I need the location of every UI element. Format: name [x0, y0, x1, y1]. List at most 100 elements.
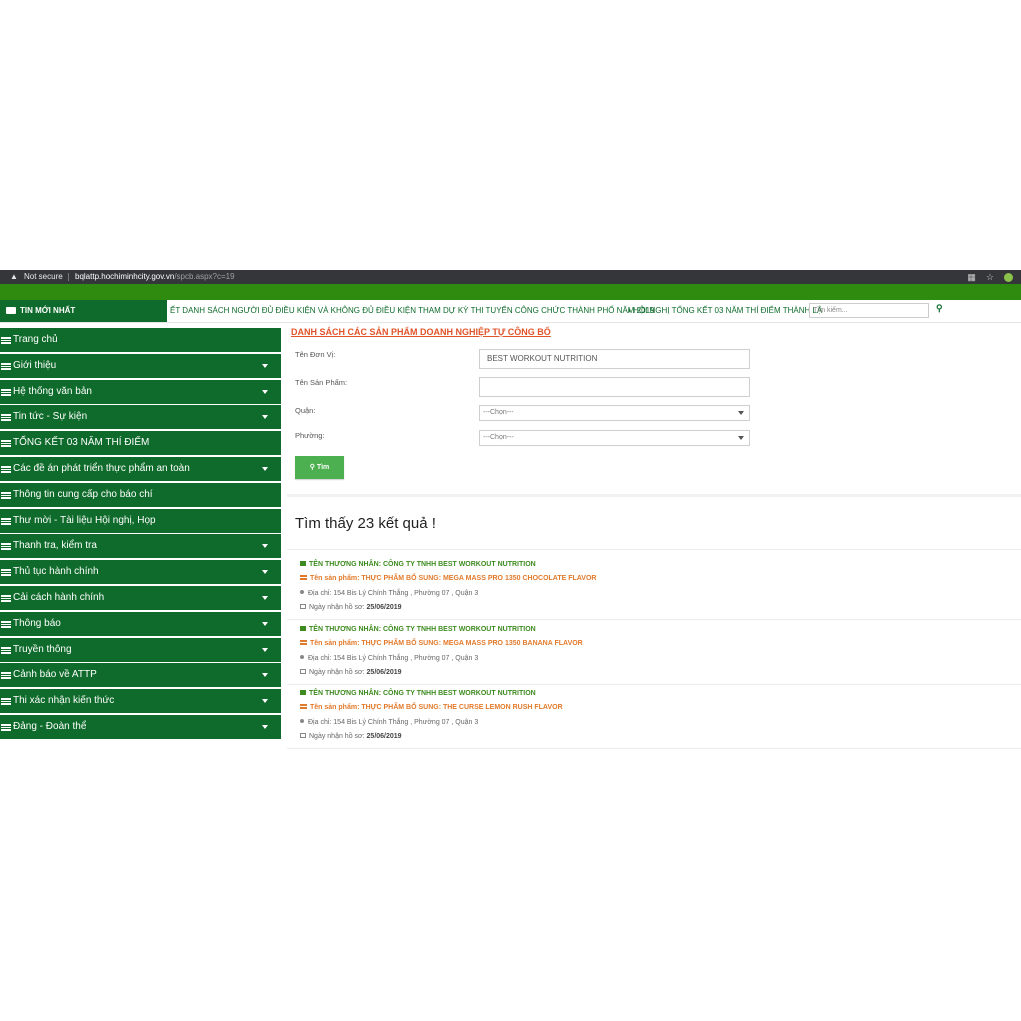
- sidebar-item[interactable]: Cải cách hành chính: [0, 585, 281, 610]
- search-button-label: Tìm: [316, 464, 330, 471]
- sidebar-item[interactable]: Thanh tra, kiểm tra: [0, 534, 281, 559]
- sidebar-item[interactable]: Đảng - Đoàn thể: [0, 714, 281, 739]
- list-icon: [1, 388, 11, 396]
- sidebar-item[interactable]: Thông tin cung cấp cho báo chí: [0, 482, 281, 507]
- results-divider: [287, 549, 1021, 550]
- district-select[interactable]: ---Chọn---: [479, 405, 750, 421]
- sidebar-item-label: Truyền thông: [13, 643, 72, 655]
- product-name[interactable]: Tên sản phẩm: THỰC PHẨM BỔ SUNG: MEGA MA…: [300, 639, 583, 647]
- chevron-down-icon: [738, 436, 744, 440]
- extension-icon[interactable]: [1004, 273, 1013, 282]
- search-icon: ⚲: [309, 464, 315, 471]
- sidebar-item[interactable]: Cảnh báo về ATTP: [0, 663, 281, 688]
- map-pin-icon: [300, 654, 304, 659]
- list-icon: [1, 646, 11, 654]
- sidebar-item-label: Cảnh báo về ATTP: [13, 669, 97, 681]
- merchant-name[interactable]: TÊN THƯƠNG NHÂN: CÔNG TY TNHH BEST WORKO…: [300, 625, 536, 633]
- sidebar-item[interactable]: Truyền thông: [0, 637, 281, 662]
- address: Địa chỉ: 154 Bis Lý Chính Thắng , Phường…: [300, 590, 478, 597]
- chevron-down-icon: [262, 415, 268, 420]
- sidebar-item-label: Thủ tục hành chính: [13, 566, 99, 578]
- sidebar-item[interactable]: Hệ thống văn bản: [0, 379, 281, 404]
- sidebar-item[interactable]: Giới thiệu: [0, 353, 281, 378]
- sidebar-item-label: Tin tức - Sự kiện: [13, 411, 88, 423]
- home-icon: [300, 690, 306, 695]
- list-icon: [1, 517, 11, 525]
- received-date: Ngày nhận hồ sơ: 25/06/2019: [300, 604, 402, 611]
- home-icon: [300, 561, 306, 566]
- address-bar[interactable]: ▲ Not secure bqlattp.hochiminhcity.gov.v…: [0, 270, 1021, 284]
- page-title: DANH SÁCH CÁC SẢN PHẨM DOANH NGHIỆP TỰ C…: [291, 327, 551, 337]
- sidebar-item[interactable]: Các đề án phát triển thực phẩm an toàn: [0, 456, 281, 481]
- top-navigation: [0, 284, 1021, 300]
- url-text[interactable]: bqlattp.hochiminhcity.gov.vn/spcb.aspx?c…: [75, 270, 235, 284]
- calendar-icon: [300, 668, 306, 674]
- sidebar-item-label: Trang chủ: [13, 334, 58, 345]
- merchant-name[interactable]: TÊN THƯƠNG NHÂN: CÔNG TY TNHH BEST WORKO…: [300, 561, 536, 568]
- sidebar-item[interactable]: Thi xác nhận kiến thức: [0, 689, 281, 714]
- list-icon: [1, 723, 11, 731]
- product-label: Tên Sản Phẩm:: [295, 378, 348, 387]
- result-divider: [287, 683, 1021, 685]
- unit-label: Tên Đơn Vị:: [295, 350, 336, 359]
- browser-toolbar: ▦ ☆: [967, 270, 1013, 284]
- list-icon: [1, 594, 11, 602]
- sidebar-item-label: Giới thiệu: [13, 359, 57, 371]
- sidebar-item[interactable]: Thủ tục hành chính: [0, 560, 281, 585]
- merchant-name[interactable]: TÊN THƯƠNG NHÂN: CÔNG TY TNHH BEST WORKO…: [300, 690, 536, 697]
- bookmark-star-icon[interactable]: ☆: [986, 270, 994, 284]
- product-name[interactable]: Tên sản phẩm: THỰC PHẨM BỔ SUNG: MEGA MA…: [300, 575, 596, 582]
- chevron-down-icon: [262, 647, 268, 652]
- calendar-icon: [300, 733, 306, 738]
- address: Địa chỉ: 154 Bis Lý Chính Thắng , Phường…: [300, 654, 478, 662]
- list-icon: [1, 620, 11, 628]
- security-status[interactable]: Not secure: [24, 270, 63, 284]
- sidebar-item-label: Thư mời - Tài liệu Hội nghị, Họp: [13, 514, 156, 526]
- sidebar-item[interactable]: TỔNG KẾT 03 NĂM THÍ ĐIỂM: [0, 431, 281, 456]
- news-ticker: TIN MỚI NHẤT ẾT DANH SÁCH NGƯỜI ĐỦ ĐIỀU …: [0, 300, 1021, 323]
- result-item: TÊN THƯƠNG NHÂN: CÔNG TY TNHH BEST WORKO…: [287, 622, 1021, 686]
- section-divider: [287, 494, 1021, 497]
- chevron-down-icon: [262, 389, 268, 394]
- received-date: Ngày nhận hồ sơ: 25/06/2019: [300, 733, 402, 740]
- sidebar-item[interactable]: Tin tức - Sự kiện: [0, 405, 281, 430]
- result-item: TÊN THƯƠNG NHÂN: CÔNG TY TNHH BEST WORKO…: [287, 686, 1021, 750]
- chevron-down-icon: [262, 570, 268, 575]
- calendar-icon: [300, 604, 306, 609]
- main-content: DANH SÁCH CÁC SẢN PHẨM DOANH NGHIỆP TỰ C…: [287, 322, 1021, 750]
- newspaper-icon: [6, 307, 16, 314]
- sidebar-item[interactable]: Trang chủ: [0, 328, 281, 352]
- ticker-news-link[interactable]: ẾT DANH SÁCH NGƯỜI ĐỦ ĐIỀU KIỆN VÀ KHÔNG…: [170, 300, 654, 322]
- sidebar-item-label: Hệ thống văn bản: [13, 385, 92, 397]
- ticker-news-link-2[interactable]: ◑ HỘI NGHỊ TỔNG KẾT 03 NĂM THÍ ĐIỂM THÀN…: [626, 300, 822, 322]
- unit-name-input[interactable]: BEST WORKOUT NUTRITION: [479, 349, 750, 369]
- district-selected-value: ---Chọn---: [483, 409, 514, 416]
- address-divider: [68, 273, 69, 281]
- sidebar-item[interactable]: Thông báo: [0, 611, 281, 636]
- sidebar-item[interactable]: Thư mời - Tài liệu Hội nghị, Họp: [0, 508, 281, 533]
- product-name[interactable]: Tên sản phẩm: THỰC PHẨM BỔ SUNG: THE CUR…: [300, 704, 563, 711]
- chevron-down-icon: [262, 544, 268, 549]
- sidebar-item-label: TỔNG KẾT 03 NĂM THÍ ĐIỂM: [13, 437, 150, 449]
- list-icon: [1, 698, 11, 706]
- district-label: Quận:: [295, 406, 316, 415]
- list-icon: [1, 672, 11, 680]
- sidebar-menu: Trang chủ Giới thiệu Hệ thống văn bản Tin t…: [0, 328, 281, 741]
- chevron-down-icon: [262, 466, 268, 471]
- browser-screenshot: ▲ Not secure bqlattp.hochiminhcity.gov.v…: [0, 270, 1021, 750]
- product-name-input[interactable]: [479, 377, 750, 397]
- ward-select[interactable]: ---Chọn---: [479, 430, 750, 446]
- sidebar-item-label: Thông tin cung cấp cho báo chí: [13, 488, 153, 500]
- map-pin-icon: [300, 590, 304, 594]
- result-divider: [287, 748, 1021, 749]
- chevron-down-icon: [262, 699, 268, 704]
- search-icon[interactable]: ⚲: [936, 303, 943, 314]
- site-search-input[interactable]: Tìm kiếm...: [809, 303, 929, 318]
- list-icon: [300, 704, 307, 709]
- translate-icon[interactable]: ▦: [967, 270, 976, 284]
- search-button[interactable]: ⚲ Tìm: [295, 456, 344, 479]
- sidebar-item-label: Thông báo: [13, 617, 61, 629]
- list-icon: [1, 491, 11, 499]
- results-count: Tìm thấy 23 kết quả !: [295, 515, 436, 532]
- result-item: TÊN THƯƠNG NHÂN: CÔNG TY TNHH BEST WORKO…: [287, 557, 1021, 621]
